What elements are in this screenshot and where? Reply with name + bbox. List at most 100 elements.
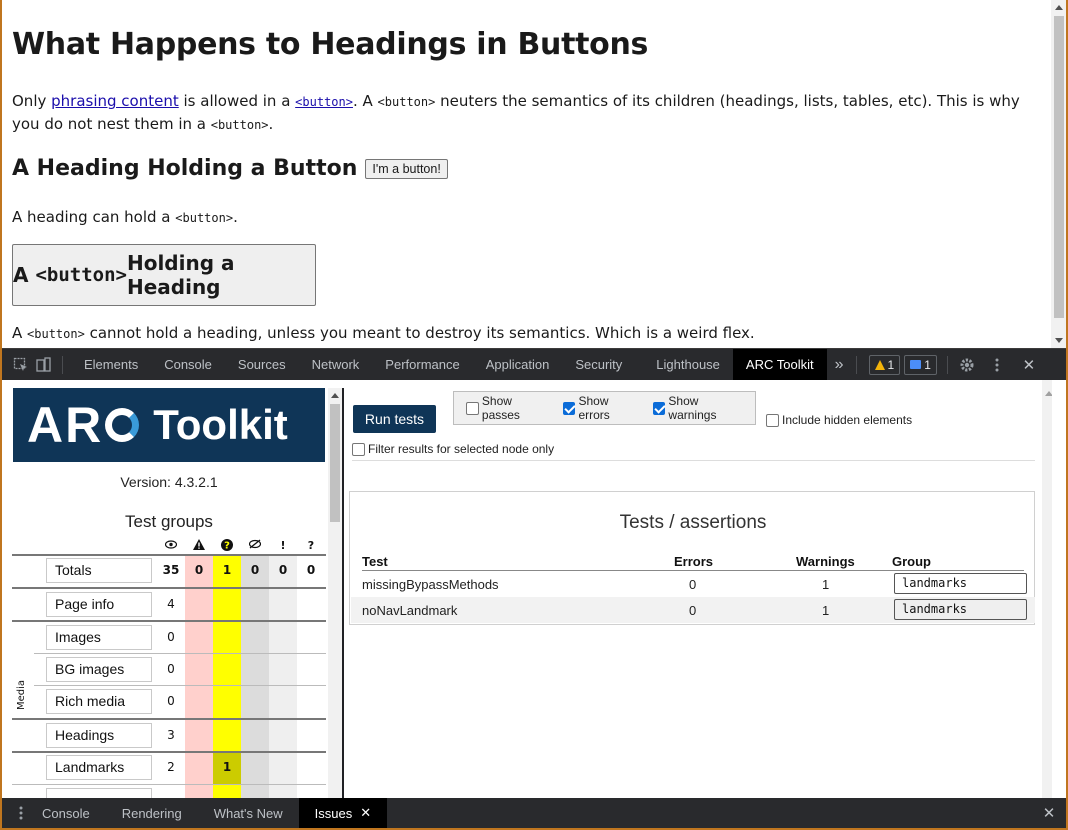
group-label[interactable]: BG images — [46, 657, 152, 682]
scroll-up-arrow-icon[interactable] — [1045, 391, 1052, 396]
option-label: Show warnings — [668, 394, 717, 422]
drawer-tab-rendering[interactable]: Rendering — [106, 798, 198, 828]
note-text: A heading can hold a — [12, 208, 176, 226]
arc-results-pane: Run tests Show passes Show errors Show w… — [346, 380, 1052, 798]
warnings-count: 1 — [887, 357, 895, 372]
device-toolbar-icon[interactable] — [32, 349, 54, 381]
group-row-partial[interactable] — [12, 785, 326, 798]
intro-paragraph: Only phrasing content is allowed in a <b… — [12, 90, 1042, 136]
group-label[interactable]: Page info — [46, 592, 152, 617]
drawer-tab-console[interactable]: Console — [32, 798, 106, 828]
settings-gear-icon[interactable] — [956, 349, 978, 381]
button-element-link[interactable]: <button> — [295, 92, 353, 110]
group-label[interactable]: Headings — [46, 723, 152, 748]
table-row[interactable]: noNavLandmark 0 1 landmarks — [351, 597, 1035, 623]
show-passes-checkbox[interactable] — [466, 401, 479, 415]
group-row-rich-media[interactable]: Rich media 0 — [12, 686, 326, 718]
scroll-down-arrow-icon[interactable] — [1055, 338, 1063, 343]
count-visible: 35 — [162, 563, 180, 577]
close-devtools-icon[interactable]: ✕ — [1018, 349, 1040, 381]
filter-selected-checkbox[interactable] — [352, 442, 365, 456]
close-drawer-icon[interactable]: ✕ — [1038, 797, 1060, 828]
tab-application[interactable]: Application — [473, 349, 563, 381]
group-label[interactable]: Landmarks — [46, 755, 152, 780]
intro-text: Only — [12, 92, 52, 110]
show-passes-option[interactable]: Show passes — [466, 394, 553, 422]
page-scrollbar[interactable] — [1051, 0, 1066, 348]
group-row-landmarks[interactable]: Landmarks 2 1 — [12, 752, 326, 784]
more-tabs-chevron-icon[interactable]: » — [827, 349, 852, 381]
button-code: <button> — [175, 211, 234, 225]
phrasing-content-link[interactable]: phrasing content — [51, 92, 179, 110]
button-code: <button> — [35, 264, 127, 286]
count-visible: 2 — [167, 760, 175, 774]
tab-network[interactable]: Network — [299, 349, 373, 381]
tab-elements[interactable]: Elements — [71, 349, 151, 381]
group-label[interactable]: Totals — [46, 558, 152, 583]
drawer-tab-issues[interactable]: Issues ✕ — [298, 798, 388, 828]
tab-security[interactable]: Security — [562, 349, 635, 381]
show-errors-checkbox[interactable] — [562, 401, 576, 415]
group-label[interactable]: Images — [46, 625, 152, 650]
test-name: missingBypassMethods — [362, 577, 499, 592]
svg-text:?: ? — [224, 541, 230, 552]
count-warnings: 1 — [222, 760, 232, 774]
im-a-button[interactable]: I'm a button! — [365, 158, 448, 179]
section-heading: A Heading Holding a Button I'm a button! — [12, 156, 448, 181]
group-row-page-info[interactable]: Page info 4 — [12, 589, 326, 621]
count-unknown: 0 — [306, 563, 316, 577]
button-note: A <button> cannot hold a heading, unless… — [12, 324, 755, 342]
sidebar-scrollbar[interactable] — [328, 388, 342, 798]
results-scrollbar[interactable] — [1042, 380, 1052, 798]
include-hidden-option[interactable]: Include hidden elements — [766, 413, 912, 427]
filter-selected-option[interactable]: Filter results for selected node only — [352, 442, 554, 456]
scroll-up-arrow-icon[interactable] — [331, 393, 339, 398]
logo-text: AR — [27, 397, 104, 453]
table-row[interactable]: missingBypassMethods 0 1 landmarks — [351, 571, 1035, 597]
warning-icon — [874, 359, 885, 370]
group-field[interactable]: landmarks — [894, 599, 1027, 620]
inspect-element-icon[interactable] — [10, 349, 32, 381]
drawer-tab-whats-new[interactable]: What's New — [198, 798, 299, 828]
tab-arc-toolkit[interactable]: ARC Toolkit — [732, 348, 827, 381]
count-visible: 3 — [167, 728, 175, 742]
button-holding-heading[interactable]: A <button> Holding a Heading — [12, 244, 316, 306]
page-viewport: What Happens to Headings in Buttons Only… — [2, 0, 1066, 348]
results-title: Tests / assertions — [619, 512, 767, 533]
big-button-text: Holding a Heading — [126, 251, 235, 299]
tab-console[interactable]: Console — [151, 349, 225, 381]
drawer-menu-kebab-icon[interactable] — [10, 797, 32, 828]
question-header-icon: ? — [307, 539, 315, 552]
tab-performance[interactable]: Performance — [372, 349, 472, 381]
group-row-headings[interactable]: Headings 3 — [12, 720, 326, 752]
scroll-up-arrow-icon[interactable] — [1055, 5, 1063, 10]
close-tab-icon[interactable]: ✕ — [360, 805, 371, 821]
scrollbar-thumb[interactable] — [330, 404, 340, 522]
group-field[interactable]: landmarks — [894, 573, 1027, 594]
col-header-test: Test — [362, 554, 388, 569]
more-options-kebab-icon[interactable] — [986, 349, 1008, 381]
group-row-bg-images[interactable]: BG images 0 — [12, 654, 326, 686]
scrollbar-thumb[interactable] — [1054, 16, 1064, 318]
run-tests-button[interactable]: Run tests — [353, 405, 436, 433]
logo-ring-icon — [105, 408, 140, 442]
intro-text: . — [268, 115, 274, 133]
count-visible: 4 — [167, 597, 175, 611]
tab-sources[interactable]: Sources — [225, 349, 299, 381]
warnings-badge[interactable]: 1 — [868, 354, 901, 375]
divider — [352, 460, 1035, 461]
show-warnings-option[interactable]: Show warnings — [652, 394, 749, 422]
option-label: Show errors — [578, 394, 610, 422]
group-label[interactable] — [46, 788, 152, 798]
show-warnings-checkbox[interactable] — [652, 401, 666, 415]
group-row-totals[interactable]: Totals 35 0 1 0 0 0 — [12, 555, 326, 587]
count-warnings: 1 — [222, 563, 232, 577]
visible-eye-icon — [157, 539, 185, 552]
col-header-group: Group — [892, 554, 931, 569]
include-hidden-checkbox[interactable] — [766, 413, 779, 427]
issues-badge[interactable]: 1 — [904, 354, 937, 375]
group-row-images[interactable]: Images 0 — [12, 622, 326, 654]
show-errors-option[interactable]: Show errors — [562, 394, 643, 422]
group-label[interactable]: Rich media — [46, 689, 152, 714]
tab-lighthouse[interactable]: Lighthouse — [643, 349, 733, 381]
